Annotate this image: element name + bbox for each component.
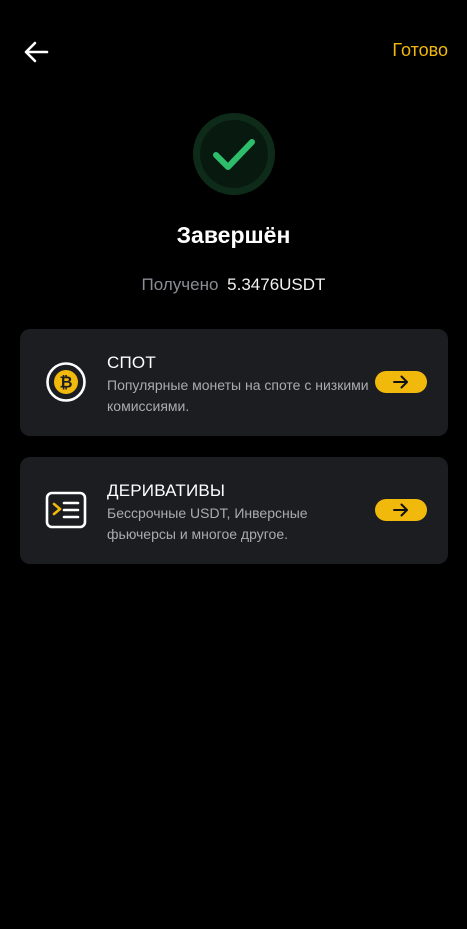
status-title: Завершён	[176, 222, 291, 248]
check-circle-icon	[193, 113, 275, 195]
received-label: Получено	[141, 275, 219, 294]
spot-card[interactable]: ₿ СПОТ Популярные монеты на споте с низк…	[20, 329, 448, 436]
derivatives-card[interactable]: ДЕРИВАТИВЫ Бессрочные USDT, Инверсные фь…	[20, 457, 448, 564]
spot-arrow-button[interactable]	[375, 371, 427, 393]
arrow-right-icon	[393, 503, 408, 517]
received-value: 5.3476USDT	[227, 275, 326, 294]
bitcoin-icon: ₿	[45, 361, 87, 403]
arrow-left-icon	[24, 41, 49, 63]
svg-text:₿: ₿	[59, 374, 72, 392]
derivatives-card-title: ДЕРИВАТИВЫ	[107, 481, 226, 500]
arrow-right-icon	[393, 375, 408, 389]
derivatives-card-description: Бессрочные USDT, Инверсные фьючерсы и мн…	[107, 505, 308, 542]
top-bar: Готово	[0, 0, 467, 100]
spot-card-title: СПОТ	[107, 353, 156, 372]
received-amount: Получено 5.3476USDT	[0, 275, 467, 295]
terminal-icon	[45, 489, 87, 531]
back-button[interactable]	[20, 36, 52, 68]
spot-card-description: Популярные монеты на споте с низкими ком…	[107, 377, 369, 414]
done-button[interactable]: Готово	[392, 40, 448, 61]
derivatives-arrow-button[interactable]	[375, 499, 427, 521]
